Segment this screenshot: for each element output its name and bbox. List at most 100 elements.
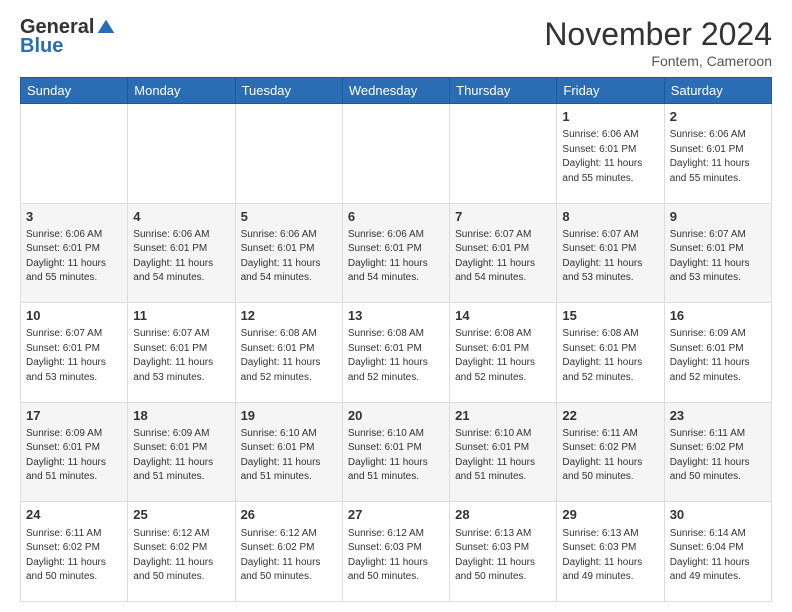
logo-blue-text: Blue [20,35,63,58]
day-info: Sunrise: 6:12 AMSunset: 6:02 PMDaylight:… [241,527,337,585]
day-number: 13 [348,307,444,325]
day-info: Sunrise: 6:08 AMSunset: 6:01 PMDaylight:… [348,327,444,385]
day-info: Sunrise: 6:11 AMSunset: 6:02 PMDaylight:… [26,527,122,585]
day-info: Sunrise: 6:06 AMSunset: 6:01 PMDaylight:… [241,228,337,286]
day-info: Sunrise: 6:09 AMSunset: 6:01 PMDaylight:… [133,427,229,485]
day-info: Sunrise: 6:11 AMSunset: 6:02 PMDaylight:… [562,427,658,485]
calendar-day-cell [450,104,557,204]
day-number: 10 [26,307,122,325]
calendar-week-row: 1 Sunrise: 6:06 AMSunset: 6:01 PMDaylight… [21,104,772,204]
day-info: Sunrise: 6:10 AMSunset: 6:01 PMDaylight:… [455,427,551,485]
day-number: 2 [670,108,766,126]
day-info: Sunrise: 6:06 AMSunset: 6:01 PMDaylight:… [562,128,658,186]
weekday-header-monday: Monday [128,78,235,104]
weekday-header-sunday: Sunday [21,78,128,104]
day-number: 22 [562,407,658,425]
day-number: 7 [455,208,551,226]
calendar-day-cell: 8 Sunrise: 6:07 AMSunset: 6:01 PMDaylight… [557,203,664,303]
calendar-week-row: 17 Sunrise: 6:09 AMSunset: 6:01 PMDayligh… [21,402,772,502]
day-number: 9 [670,208,766,226]
day-info: Sunrise: 6:07 AMSunset: 6:01 PMDaylight:… [26,327,122,385]
day-number: 11 [133,307,229,325]
day-info: Sunrise: 6:07 AMSunset: 6:01 PMDaylight:… [562,228,658,286]
header: General Blue November 2024 Fontem, Camer… [20,16,772,69]
calendar-day-cell: 21 Sunrise: 6:10 AMSunset: 6:01 PMDayligh… [450,402,557,502]
day-number: 21 [455,407,551,425]
day-number: 3 [26,208,122,226]
day-info: Sunrise: 6:06 AMSunset: 6:01 PMDaylight:… [348,228,444,286]
calendar-day-cell: 3 Sunrise: 6:06 AMSunset: 6:01 PMDaylight… [21,203,128,303]
day-info: Sunrise: 6:08 AMSunset: 6:01 PMDaylight:… [241,327,337,385]
day-number: 6 [348,208,444,226]
day-number: 28 [455,506,551,524]
calendar-day-cell: 5Sunrise: 6:06 AMSunset: 6:01 PMDaylight… [235,203,342,303]
day-info: Sunrise: 6:10 AMSunset: 6:01 PMDaylight:… [241,427,337,485]
day-info: Sunrise: 6:10 AMSunset: 6:01 PMDaylight:… [348,427,444,485]
calendar-day-cell: 4 Sunrise: 6:06 AMSunset: 6:01 PMDaylight… [128,203,235,303]
calendar-day-cell: 27Sunrise: 6:12 AMSunset: 6:03 PMDayligh… [342,502,449,602]
calendar-day-cell: 29Sunrise: 6:13 AMSunset: 6:03 PMDayligh… [557,502,664,602]
logo-icon [96,18,116,38]
calendar-day-cell: 16Sunrise: 6:09 AMSunset: 6:01 PMDayligh… [664,303,771,403]
calendar-day-cell: 2 Sunrise: 6:06 AMSunset: 6:01 PMDaylight… [664,104,771,204]
calendar-day-cell: 23Sunrise: 6:11 AMSunset: 6:02 PMDayligh… [664,402,771,502]
calendar-day-cell [342,104,449,204]
day-number: 14 [455,307,551,325]
weekday-header-row: SundayMondayTuesdayWednesdayThursdayFrid… [21,78,772,104]
calendar-day-cell: 19Sunrise: 6:10 AMSunset: 6:01 PMDayligh… [235,402,342,502]
calendar-day-cell: 7 Sunrise: 6:07 AMSunset: 6:01 PMDaylight… [450,203,557,303]
calendar-table: SundayMondayTuesdayWednesdayThursdayFrid… [20,77,772,602]
day-info: Sunrise: 6:06 AMSunset: 6:01 PMDaylight:… [670,128,766,186]
calendar-day-cell: 20 Sunrise: 6:10 AMSunset: 6:01 PMDayligh… [342,402,449,502]
day-info: Sunrise: 6:12 AMSunset: 6:03 PMDaylight:… [348,527,444,585]
day-number: 26 [241,506,337,524]
day-number: 8 [562,208,658,226]
day-number: 12 [241,307,337,325]
day-number: 24 [26,506,122,524]
day-number: 20 [348,407,444,425]
page: General Blue November 2024 Fontem, Camer… [0,0,792,612]
calendar-day-cell: 13 Sunrise: 6:08 AMSunset: 6:01 PMDayligh… [342,303,449,403]
day-number: 17 [26,407,122,425]
day-number: 15 [562,307,658,325]
calendar-week-row: 10 Sunrise: 6:07 AMSunset: 6:01 PMDayligh… [21,303,772,403]
calendar-day-cell: 11Sunrise: 6:07 AMSunset: 6:01 PMDayligh… [128,303,235,403]
calendar-week-row: 3 Sunrise: 6:06 AMSunset: 6:01 PMDaylight… [21,203,772,303]
calendar-day-cell: 6 Sunrise: 6:06 AMSunset: 6:01 PMDaylight… [342,203,449,303]
weekday-header-thursday: Thursday [450,78,557,104]
day-info: Sunrise: 6:11 AMSunset: 6:02 PMDaylight:… [670,427,766,485]
day-info: Sunrise: 6:08 AMSunset: 6:01 PMDaylight:… [455,327,551,385]
day-info: Sunrise: 6:14 AMSunset: 6:04 PMDaylight:… [670,527,766,585]
calendar-day-cell: 10 Sunrise: 6:07 AMSunset: 6:01 PMDayligh… [21,303,128,403]
day-number: 4 [133,208,229,226]
calendar-week-row: 24 Sunrise: 6:11 AMSunset: 6:02 PMDayligh… [21,502,772,602]
calendar-day-cell: 25 Sunrise: 6:12 AMSunset: 6:02 PMDayligh… [128,502,235,602]
calendar-day-cell: 14 Sunrise: 6:08 AMSunset: 6:01 PMDayligh… [450,303,557,403]
day-info: Sunrise: 6:07 AMSunset: 6:01 PMDaylight:… [455,228,551,286]
calendar-day-cell [235,104,342,204]
day-number: 18 [133,407,229,425]
calendar-day-cell: 17 Sunrise: 6:09 AMSunset: 6:01 PMDayligh… [21,402,128,502]
month-title: November 2024 [544,16,772,53]
calendar-day-cell [128,104,235,204]
day-info: Sunrise: 6:12 AMSunset: 6:02 PMDaylight:… [133,527,229,585]
day-number: 1 [562,108,658,126]
day-info: Sunrise: 6:06 AMSunset: 6:01 PMDaylight:… [133,228,229,286]
calendar-day-cell: 22 Sunrise: 6:11 AMSunset: 6:02 PMDayligh… [557,402,664,502]
title-section: November 2024 Fontem, Cameroon [544,16,772,69]
calendar-day-cell: 9 Sunrise: 6:07 AMSunset: 6:01 PMDaylight… [664,203,771,303]
calendar-day-cell: 15Sunrise: 6:08 AMSunset: 6:01 PMDayligh… [557,303,664,403]
day-info: Sunrise: 6:06 AMSunset: 6:01 PMDaylight:… [26,228,122,286]
day-info: Sunrise: 6:07 AMSunset: 6:01 PMDaylight:… [670,228,766,286]
logo: General Blue [20,16,116,58]
location: Fontem, Cameroon [544,53,772,69]
day-number: 30 [670,506,766,524]
day-number: 29 [562,506,658,524]
day-info: Sunrise: 6:09 AMSunset: 6:01 PMDaylight:… [26,427,122,485]
calendar-day-cell: 18 Sunrise: 6:09 AMSunset: 6:01 PMDayligh… [128,402,235,502]
calendar-day-cell: 12 Sunrise: 6:08 AMSunset: 6:01 PMDayligh… [235,303,342,403]
day-number: 25 [133,506,229,524]
weekday-header-friday: Friday [557,78,664,104]
weekday-header-tuesday: Tuesday [235,78,342,104]
calendar-day-cell: 28Sunrise: 6:13 AMSunset: 6:03 PMDayligh… [450,502,557,602]
